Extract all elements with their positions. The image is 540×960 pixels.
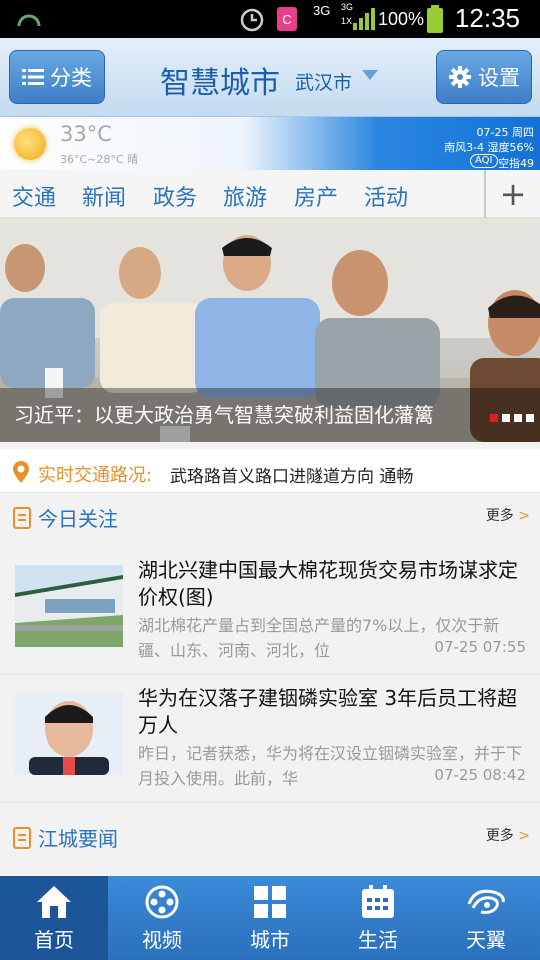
settings-button-label: 设置 bbox=[478, 66, 520, 90]
app-notification-icon: C bbox=[277, 7, 297, 31]
traffic-label: 实时交通路况: bbox=[38, 465, 153, 486]
category-button-label: 分类 bbox=[50, 66, 92, 90]
news-item[interactable]: 华为在汉落子建铟磷实验室 3年后员工将超万人 昨日，记者获悉，华为将在汉设立铟磷… bbox=[0, 675, 540, 803]
battery-percent: 100% bbox=[378, 9, 425, 29]
tab-realestate[interactable]: 房产 bbox=[294, 180, 338, 212]
city-more-link[interactable]: 更多 > bbox=[486, 825, 530, 845]
document-icon bbox=[13, 507, 31, 529]
today-section-title: 今日关注 bbox=[38, 507, 118, 531]
gear-icon bbox=[449, 66, 471, 88]
more-label: 更多 bbox=[485, 828, 514, 844]
app-title: 智慧城市 bbox=[160, 66, 280, 101]
news-thumbnail bbox=[15, 693, 123, 775]
chevron-down-icon[interactable] bbox=[362, 70, 378, 80]
network-1x-label: 1X bbox=[341, 16, 353, 26]
alarm-icon bbox=[240, 8, 264, 32]
carousel-dot bbox=[502, 414, 510, 422]
traffic-status-text: 武珞路首义路口进隧道方向 通畅 bbox=[170, 467, 414, 487]
weather-strip[interactable]: 33°C 36°C~28°C 晴 07-25 周四 南风3-4 湿度56% AQ… bbox=[0, 117, 540, 170]
building-photo-icon bbox=[15, 565, 123, 647]
title-bar: 分类 智慧城市 武汉市 设置 bbox=[0, 38, 540, 117]
news-time: 07-25 08:42 bbox=[428, 766, 526, 784]
nav-tianyi[interactable]: 天翼 bbox=[432, 876, 540, 960]
traffic-ticker[interactable]: 实时交通路况: 武珞路首义路口进隧道方向 通畅 bbox=[0, 449, 540, 493]
tab-government[interactable]: 政务 bbox=[153, 180, 197, 212]
weather-wind-humidity: 南风3-4 湿度56% bbox=[444, 141, 534, 154]
clock: 12:35 bbox=[454, 3, 520, 33]
nav-home[interactable]: 首页 bbox=[0, 876, 108, 960]
city-section-title: 江城要闻 bbox=[38, 827, 118, 851]
hero-caption: 习近平：以更大政治勇气智慧突破利益固化藩篱 bbox=[14, 403, 434, 427]
signal-bars-icon bbox=[353, 8, 375, 30]
film-reel-icon bbox=[145, 885, 179, 919]
sunny-icon bbox=[14, 128, 46, 160]
grid-icon bbox=[254, 886, 286, 918]
today-section-header: 今日关注 更多 > bbox=[0, 493, 540, 541]
city-selector[interactable]: 武汉市 bbox=[295, 68, 352, 95]
nav-video[interactable]: 视频 bbox=[108, 876, 216, 960]
aqi-badge: AQI bbox=[470, 154, 498, 168]
air-quality-value: 空指49 bbox=[498, 157, 534, 170]
nav-tianyi-label: 天翼 bbox=[466, 928, 506, 952]
tab-news[interactable]: 新闻 bbox=[82, 180, 126, 212]
list-icon bbox=[22, 69, 44, 85]
add-tab-button[interactable]: + bbox=[484, 170, 540, 218]
home-icon bbox=[37, 886, 71, 918]
category-tabs: 交通 新闻 政务 旅游 房产 活动 + bbox=[0, 170, 540, 218]
hero-carousel[interactable]: 习近平：以更大政治勇气智慧突破利益固化藩篱 bbox=[0, 218, 540, 442]
battery-icon bbox=[427, 5, 443, 33]
nav-city[interactable]: 城市 bbox=[216, 876, 324, 960]
news-thumbnail bbox=[15, 565, 123, 647]
today-more-link[interactable]: 更多 > bbox=[486, 505, 530, 525]
news-title: 湖北兴建中国最大棉花现货交易市场谋求定价权(图) bbox=[138, 558, 518, 609]
bottom-navigation: 首页 视频 城市 生活 天翼 bbox=[0, 876, 540, 960]
portrait-photo-icon bbox=[15, 693, 123, 775]
calendar-icon bbox=[362, 885, 394, 918]
chevron-right-icon: > bbox=[518, 508, 530, 524]
nav-city-label: 城市 bbox=[250, 928, 290, 952]
nav-video-label: 视频 bbox=[142, 928, 182, 952]
news-item[interactable]: 湖北兴建中国最大棉花现货交易市场谋求定价权(图) 湖北棉花产量占到全国总产量的7… bbox=[0, 547, 540, 675]
settings-button[interactable]: 设置 bbox=[436, 50, 532, 104]
nav-life[interactable]: 生活 bbox=[324, 876, 432, 960]
carousel-indicator bbox=[490, 414, 534, 422]
svg-text:C: C bbox=[282, 12, 291, 27]
carousel-dot bbox=[526, 414, 534, 422]
status-bar: C 3G 3G 1X 100% 12:35 bbox=[0, 0, 540, 38]
chevron-right-icon: > bbox=[518, 828, 530, 844]
nav-life-label: 生活 bbox=[358, 928, 398, 952]
carousel-dot bbox=[514, 414, 522, 422]
weather-date: 07-25 周四 bbox=[476, 126, 534, 139]
more-label: 更多 bbox=[485, 508, 514, 524]
network-3g-label: 3G bbox=[313, 3, 331, 18]
tab-travel[interactable]: 旅游 bbox=[223, 180, 267, 212]
tab-traffic[interactable]: 交通 bbox=[12, 180, 56, 212]
carousel-dot bbox=[490, 414, 498, 422]
category-button[interactable]: 分类 bbox=[9, 50, 105, 104]
location-pin-icon bbox=[13, 461, 29, 483]
tab-events[interactable]: 活动 bbox=[364, 180, 408, 212]
news-time: 07-25 07:55 bbox=[428, 638, 526, 656]
temperature-range: 36°C~28°C 晴 bbox=[60, 153, 139, 166]
current-temperature: 33°C bbox=[60, 122, 112, 146]
signal-arc-icon bbox=[17, 14, 41, 27]
nav-home-label: 首页 bbox=[34, 928, 74, 952]
news-title: 华为在汉落子建铟磷实验室 3年后员工将超万人 bbox=[138, 686, 518, 737]
document-icon bbox=[13, 827, 31, 849]
tianyi-logo-icon bbox=[467, 889, 505, 914]
city-section-header: 江城要闻 更多 > bbox=[0, 813, 540, 861]
